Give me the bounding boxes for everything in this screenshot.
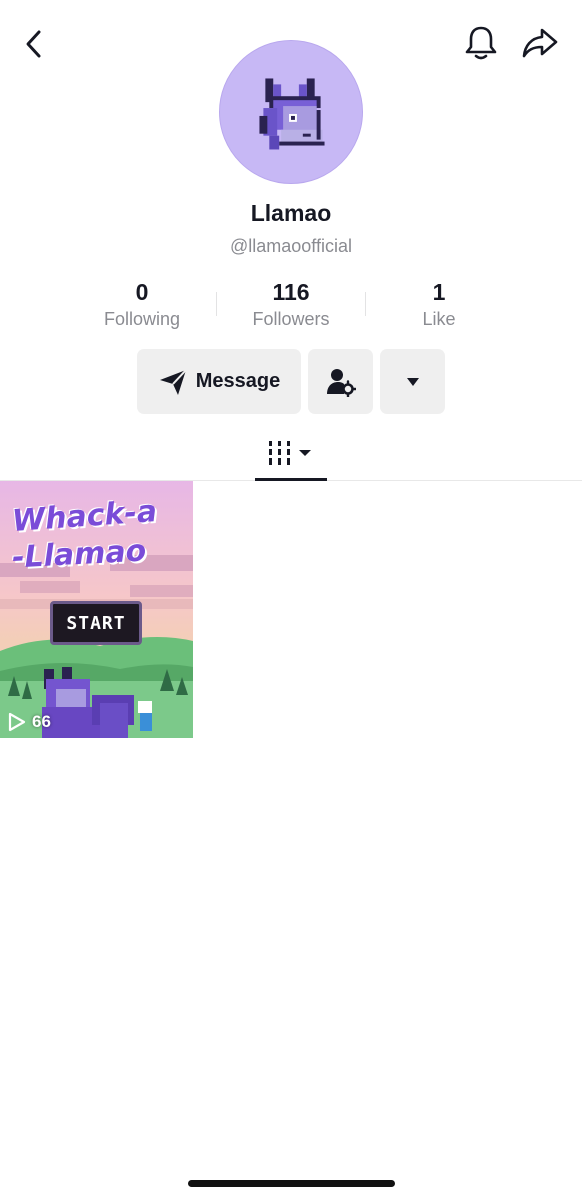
more-options-button[interactable] bbox=[380, 349, 445, 414]
thumbnail-start-badge: START bbox=[50, 601, 142, 645]
message-button[interactable]: Message bbox=[137, 349, 301, 414]
person-settings-icon bbox=[326, 368, 356, 397]
profile-avatar[interactable] bbox=[219, 40, 363, 184]
likes-label: Like bbox=[422, 309, 456, 329]
profile-actions: Message bbox=[0, 349, 582, 414]
llama-avatar-image bbox=[259, 78, 325, 150]
grid-bars-icon bbox=[269, 440, 311, 465]
likes-stat[interactable]: 1 Like bbox=[364, 278, 514, 332]
followers-stat[interactable]: 116 Followers bbox=[216, 278, 366, 332]
views-count: 66 bbox=[32, 712, 51, 731]
home-indicator[interactable] bbox=[188, 1180, 395, 1187]
play-outline-icon bbox=[8, 712, 26, 732]
video-tile[interactable]: Whack-a -Llamao START 66 bbox=[0, 481, 193, 738]
profile-name: Llamao bbox=[250, 200, 332, 226]
video-view-count: 66 bbox=[8, 712, 51, 732]
bell-icon bbox=[465, 26, 497, 60]
following-label: Following bbox=[103, 309, 181, 329]
share-arrow-icon bbox=[522, 28, 558, 58]
tab-videos[interactable] bbox=[255, 424, 327, 481]
following-count: 0 bbox=[135, 279, 149, 305]
followers-label: Followers bbox=[252, 309, 330, 329]
share-button[interactable] bbox=[518, 22, 562, 64]
caret-down-icon bbox=[406, 377, 419, 386]
back-button[interactable] bbox=[14, 24, 54, 64]
followers-count: 116 bbox=[272, 279, 310, 305]
chevron-left-icon bbox=[26, 30, 41, 58]
thumbnail-title-line2: -Llamao bbox=[11, 533, 148, 576]
likes-count: 1 bbox=[432, 279, 446, 305]
active-tab-indicator bbox=[255, 478, 327, 481]
profile-handle: @llamaoofficial bbox=[230, 236, 352, 256]
add-friend-button[interactable] bbox=[308, 349, 373, 414]
message-button-label: Message bbox=[195, 370, 281, 392]
content-tabs bbox=[0, 424, 582, 481]
notification-button[interactable] bbox=[460, 22, 502, 64]
send-icon bbox=[159, 368, 187, 395]
following-stat[interactable]: 0 Following bbox=[67, 278, 217, 332]
profile-stats: 0 Following 116 Followers 1 Like bbox=[0, 278, 582, 334]
